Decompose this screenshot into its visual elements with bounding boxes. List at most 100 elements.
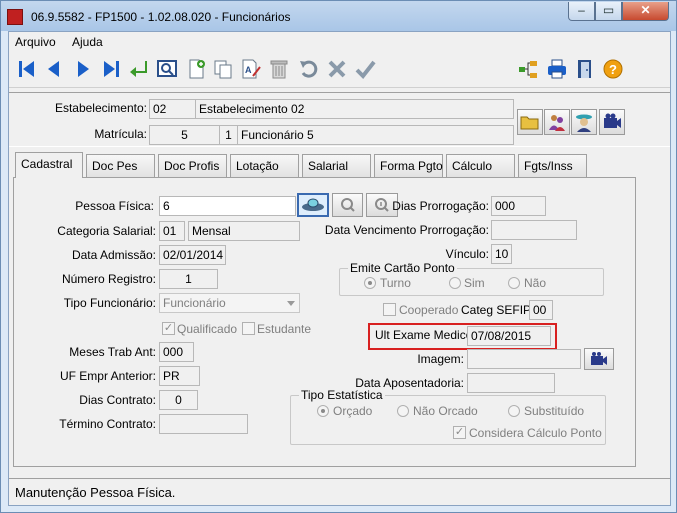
cartao-turno-radio[interactable]	[364, 277, 376, 289]
data-venc-prorrogacao-label: Data Vencimento Prorrogação:	[324, 223, 489, 237]
svg-text:A: A	[245, 65, 252, 75]
dias-contrato-field[interactable]: 0	[159, 390, 198, 410]
tab-salarial[interactable]: Salarial	[302, 154, 371, 177]
considera-calculo-ponto-checkbox[interactable]: ✓	[453, 426, 466, 439]
estatistica-orcado-label: Orçado	[333, 404, 373, 418]
dias-contrato-label: Dias Contrato:	[79, 393, 156, 407]
camera-icon[interactable]	[599, 109, 625, 135]
numero-registro-field[interactable]: 1	[159, 269, 218, 289]
menu-ajuda[interactable]: Ajuda	[72, 35, 103, 49]
delete-icon[interactable]	[267, 57, 291, 81]
dias-prorrogacao-field[interactable]: 000	[491, 196, 546, 216]
cartao-nao-radio[interactable]	[508, 277, 520, 289]
uf-empr-anterior-label: UF Empr Anterior:	[59, 369, 156, 383]
estatistica-nao-orcado-label: Não Orcado	[413, 404, 478, 418]
numero-registro-label: Número Registro:	[61, 272, 156, 286]
estudante-checkbox[interactable]	[242, 322, 255, 335]
tab-cadastral[interactable]: Cadastral	[15, 152, 83, 178]
zoom-icon[interactable]	[332, 193, 363, 217]
data-admissao-label: Data Admissão:	[71, 248, 156, 262]
cooperado-checkbox[interactable]	[383, 303, 396, 316]
vinculo-label: Vínculo:	[445, 247, 489, 261]
pessoa-fisica-field[interactable]: 6	[159, 196, 296, 216]
estudante-label: Estudante	[257, 322, 312, 336]
person-hat-icon[interactable]	[571, 109, 597, 135]
tab-forma-pgto[interactable]: Forma Pgto	[374, 154, 443, 177]
print-icon[interactable]	[545, 57, 569, 81]
considera-calculo-ponto-label: Considera Cálculo Ponto	[469, 426, 602, 440]
matricula-seq-field[interactable]: 1	[219, 125, 238, 145]
cancel-icon[interactable]	[325, 57, 349, 81]
enter-icon[interactable]	[127, 57, 151, 81]
confirm-icon[interactable]	[353, 57, 377, 81]
categoria-salarial-label: Categoria Salarial:	[57, 224, 156, 238]
matricula-name-field: Funcionário 5	[237, 125, 514, 145]
qualificado-label: Qualificado	[177, 322, 238, 336]
camera-icon[interactable]	[584, 348, 614, 370]
ufo-search-icon[interactable]	[297, 193, 329, 217]
help-icon[interactable]: ?	[601, 57, 625, 81]
categ-sefip-field[interactable]: 00	[529, 300, 553, 320]
termino-contrato-field[interactable]	[159, 414, 248, 434]
data-venc-prorrogacao-field[interactable]	[491, 220, 577, 240]
tab-calculo[interactable]: Cálculo	[446, 154, 515, 177]
tab-doc-profis[interactable]: Doc Profis	[158, 154, 227, 177]
cartao-sim-radio[interactable]	[449, 277, 461, 289]
tab-doc-pes[interactable]: Doc Pes	[86, 154, 155, 177]
exit-door-icon[interactable]	[573, 57, 597, 81]
estatistica-orcado-radio[interactable]	[317, 405, 329, 417]
tree-icon[interactable]	[516, 57, 540, 81]
client-area: Arquivo Ajuda A ? Estabelecimento: 02 Es…	[8, 31, 671, 506]
tipo-funcionario-select[interactable]: Funcionário	[159, 293, 300, 313]
toolbar: A ?	[9, 52, 670, 88]
close-button[interactable]: ✕	[622, 2, 669, 21]
data-aposentadoria-field[interactable]	[467, 373, 555, 393]
cooperado-label: Cooperado	[399, 303, 459, 317]
maximize-button[interactable]: ▭	[595, 2, 622, 21]
next-record-icon[interactable]	[71, 57, 95, 81]
title-bar: 06.9.5582 - FP1500 - 1.02.08.020 - Funci…	[1, 1, 676, 31]
tab-strip: Cadastral Doc Pes Doc Profis Lotação Sal…	[13, 152, 666, 178]
matricula-label: Matrícula:	[94, 127, 147, 141]
imagem-label: Imagem:	[417, 352, 464, 366]
tab-lotacao[interactable]: Lotação	[230, 154, 299, 177]
qualificado-checkbox[interactable]: ✓	[162, 322, 175, 335]
cartao-nao-label: Não	[524, 276, 547, 290]
matricula-code-field[interactable]: 5	[149, 125, 220, 145]
svg-text:?: ?	[609, 62, 617, 77]
edit-document-icon[interactable]: A	[239, 57, 263, 81]
meses-trab-ant-field[interactable]: 000	[159, 342, 194, 362]
ult-exame-medico-field[interactable]: 07/08/2015	[467, 326, 551, 346]
estatistica-nao-orcado-radio[interactable]	[397, 405, 409, 417]
open-folder-icon[interactable]	[517, 109, 543, 135]
estatistica-substituido-label: Substituído	[524, 404, 585, 418]
cartao-sim-label: Sim	[464, 276, 485, 290]
last-record-icon[interactable]	[99, 57, 123, 81]
menu-arquivo[interactable]: Arquivo	[15, 35, 56, 49]
dias-prorrogacao-label: Dias Prorrogação:	[392, 199, 489, 213]
previous-record-icon[interactable]	[42, 57, 66, 81]
uf-empr-anterior-field[interactable]: PR	[159, 366, 200, 386]
imagem-field[interactable]	[467, 349, 581, 369]
status-text: Manutenção Pessoa Física.	[15, 485, 176, 500]
new-document-icon[interactable]	[185, 57, 209, 81]
estatistica-substituido-radio[interactable]	[508, 405, 520, 417]
undo-icon[interactable]	[297, 57, 321, 81]
categ-sefip-label: Categ SEFIP:	[461, 303, 535, 317]
emite-cartao-ponto-label: Emite Cartão Ponto	[348, 261, 457, 275]
header-panel: Estabelecimento: 02 Estabelecimento 02 M…	[9, 92, 670, 147]
first-record-icon[interactable]	[15, 57, 39, 81]
people-icon[interactable]	[544, 109, 570, 135]
status-bar: Manutenção Pessoa Física.	[9, 478, 670, 505]
data-admissao-field[interactable]: 02/01/2014	[159, 245, 226, 265]
estabelecimento-code-field[interactable]: 02	[149, 99, 196, 119]
tipo-estatistica-label: Tipo Estatística	[299, 388, 385, 402]
copy-icon[interactable]	[211, 57, 235, 81]
preview-icon[interactable]	[155, 57, 179, 81]
tab-fgts-inss[interactable]: Fgts/Inss	[518, 154, 587, 177]
cartao-turno-label: Turno	[380, 276, 411, 290]
pessoa-fisica-label: Pessoa Física:	[75, 199, 154, 213]
vinculo-field[interactable]: 10	[491, 244, 512, 264]
categoria-salarial-code-field[interactable]: 01	[159, 221, 185, 241]
minimize-button[interactable]: –	[568, 2, 595, 21]
